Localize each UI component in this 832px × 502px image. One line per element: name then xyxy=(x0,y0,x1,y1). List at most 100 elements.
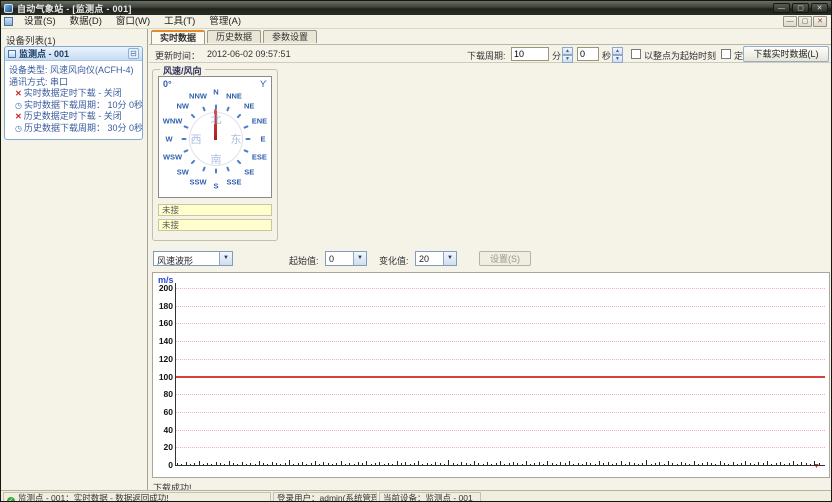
compass-direction-label: SSE xyxy=(226,178,241,187)
menu-item-3[interactable]: 工具(T) xyxy=(157,15,202,29)
child-minimize-button[interactable]: — xyxy=(783,16,797,27)
compass-tick xyxy=(182,138,187,140)
apply-settings-button[interactable]: 设置(S) xyxy=(479,251,531,266)
device-details: 设备类型: 风速风向仪(ACFH-4)通讯方式: 串口✕实时数据定时下载 - 关… xyxy=(5,61,142,139)
noise-bar xyxy=(741,463,742,465)
start-value-select[interactable]: 0 ▼ xyxy=(325,251,367,266)
spin-down-icon[interactable]: ▼ xyxy=(562,55,573,63)
main-panel: 实时数据历史数据参数设置 更新时间： 2012-06-02 09:57:51 下… xyxy=(149,29,832,490)
noise-bar xyxy=(526,461,527,465)
seconds-input[interactable] xyxy=(577,47,599,61)
compass-tick xyxy=(226,166,230,171)
device-detail-line: ◷历史数据下载周期： 30分 0秒 xyxy=(9,123,139,135)
noise-bar xyxy=(522,464,523,465)
tab-realtime-data[interactable]: 实时数据 xyxy=(151,30,205,44)
noise-bar xyxy=(379,462,380,465)
noise-bar xyxy=(259,461,260,465)
noise-bar xyxy=(448,460,449,465)
waveform-select[interactable]: 风速波形 ▼ xyxy=(153,251,233,266)
noise-bar xyxy=(358,462,359,465)
update-time-value: 2012-06-02 09:57:51 xyxy=(207,49,291,59)
menu-item-4[interactable]: 管理(A) xyxy=(202,15,248,29)
minutes-input[interactable] xyxy=(511,47,549,61)
status-bar: ✓监测点 - 001：实时数据 - 数据返回成功! 登录用户：admin(系统管… xyxy=(1,490,831,502)
wind-speed-reading: 未接 xyxy=(158,204,272,216)
spin-up-icon[interactable]: ▲ xyxy=(562,47,573,55)
noise-bar xyxy=(750,463,751,465)
noise-bar xyxy=(793,461,794,465)
noise-bar xyxy=(629,462,630,465)
noise-bar xyxy=(375,463,376,465)
compass-tick xyxy=(243,125,248,129)
menu-item-0[interactable]: 设置(S) xyxy=(17,15,63,29)
device-panel-header[interactable]: 监测点 - 001 ⊟ xyxy=(5,47,142,61)
chevron-down-icon[interactable]: ▼ xyxy=(219,252,232,265)
waveform-select-value: 风速波形 xyxy=(157,254,193,267)
noise-bar xyxy=(651,464,652,465)
tab-parameter-settings[interactable]: 参数设置 xyxy=(263,30,317,43)
child-close-button[interactable]: ✕ xyxy=(813,16,827,27)
noise-bar xyxy=(534,463,535,465)
noise-bar xyxy=(474,461,475,465)
noise-bar xyxy=(608,462,609,465)
hour-align-checkbox[interactable] xyxy=(631,49,641,59)
step-value-label: 变化值: xyxy=(379,254,409,267)
compass-direction-label: SE xyxy=(244,168,254,177)
compass-tick xyxy=(226,107,230,112)
clock-icon: ◷ xyxy=(15,101,22,110)
hour-align-label: 以整点为起始时刻 xyxy=(644,49,716,62)
noise-bar xyxy=(560,462,561,465)
compass-tick xyxy=(215,169,217,174)
noise-bar xyxy=(220,463,221,465)
timed-download-checkbox[interactable] xyxy=(721,49,731,59)
spin-up-icon[interactable]: ▲ xyxy=(612,47,623,55)
noise-bar xyxy=(513,462,514,465)
noise-bar xyxy=(483,464,484,465)
y-tick-label: 200 xyxy=(153,283,173,293)
collapse-icon[interactable]: ⊟ xyxy=(128,48,139,59)
maximize-button[interactable]: ▢ xyxy=(792,3,809,13)
minimize-button[interactable]: — xyxy=(773,3,790,13)
compass-direction-label: WSW xyxy=(163,152,182,161)
chevron-down-icon[interactable]: ▼ xyxy=(353,252,366,265)
noise-bar xyxy=(646,460,647,465)
download-realtime-button[interactable]: 下载实时数据(L) xyxy=(743,46,829,62)
noise-bar xyxy=(543,464,544,465)
noise-bar xyxy=(272,462,273,465)
step-value-select[interactable]: 20 ▼ xyxy=(415,251,457,266)
tab-history-data[interactable]: 历史数据 xyxy=(207,30,261,43)
window-title: 自动气象站 - [监测点 - 001] xyxy=(17,2,773,15)
wind-direction-reading: 未接 xyxy=(158,219,272,231)
compass-tick xyxy=(191,114,196,119)
noise-bar xyxy=(315,461,316,465)
noise-bar xyxy=(332,464,333,465)
noise-bar xyxy=(289,460,290,465)
close-button[interactable]: ✕ xyxy=(811,3,828,13)
device-detail-text: 历史数据下载周期： 30分 0秒 xyxy=(24,123,143,133)
compass-direction-label: S xyxy=(213,182,218,191)
child-restore-button[interactable]: ▢ xyxy=(798,16,812,27)
noise-bar xyxy=(694,461,695,465)
noise-bar xyxy=(311,463,312,465)
noise-bar xyxy=(625,464,626,465)
noise-bar xyxy=(797,464,798,465)
device-title: 监测点 - 001 xyxy=(19,47,128,60)
chevron-down-icon[interactable]: ▼ xyxy=(443,252,456,265)
noise-bar xyxy=(216,462,217,465)
spin-down-icon[interactable]: ▼ xyxy=(612,55,623,63)
x-icon: ✕ xyxy=(15,89,22,98)
noise-bar xyxy=(668,461,669,465)
noise-bar xyxy=(186,462,187,465)
y-tick-label: 80 xyxy=(153,389,173,399)
noise-bar xyxy=(246,464,247,465)
status-message: ✓监测点 - 001：实时数据 - 数据返回成功! xyxy=(3,492,271,502)
noise-bar xyxy=(621,461,622,465)
noise-bar xyxy=(707,462,708,465)
menu-bar: 设置(S)数据(D)窗口(W)工具(T)管理(A) — ▢ ✕ xyxy=(1,15,831,29)
menu-item-1[interactable]: 数据(D) xyxy=(63,15,109,29)
wind-direction-degree: 0° xyxy=(163,79,172,89)
menu-item-2[interactable]: 窗口(W) xyxy=(109,15,157,29)
noise-bar xyxy=(177,463,178,465)
compass-direction-label: E xyxy=(260,135,265,144)
noise-bar xyxy=(323,462,324,465)
